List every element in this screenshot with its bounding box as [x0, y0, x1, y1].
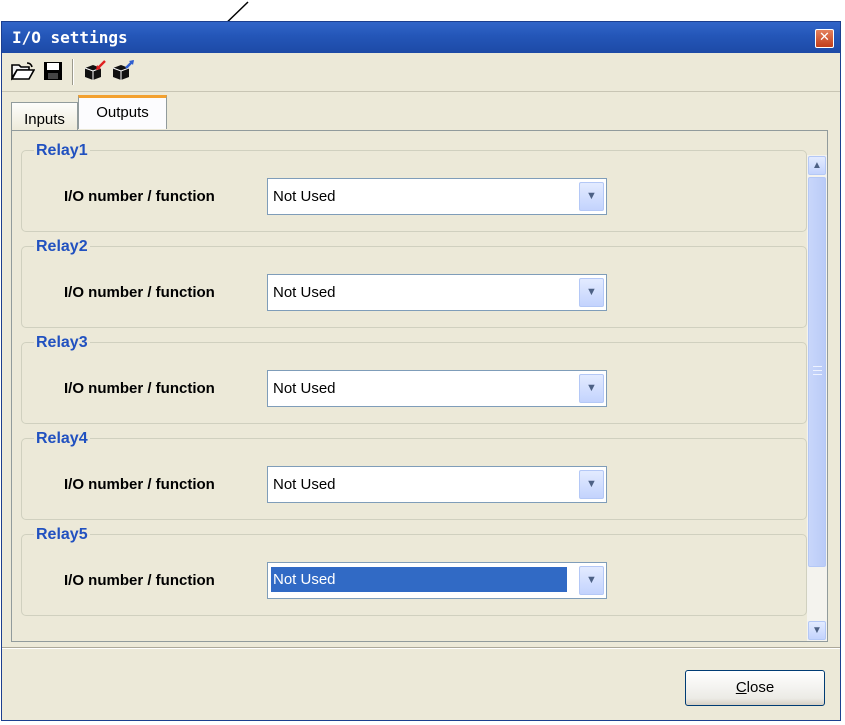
relay5-group: Relay5 I/O number / function Not Used ▼	[21, 526, 807, 616]
chevron-down-icon[interactable]: ▼	[579, 470, 604, 499]
relay3-selected-value: Not Used	[273, 380, 336, 397]
relay2-selected-value: Not Used	[273, 284, 336, 301]
outputs-panel: Relay1 I/O number / function Not Used ▼ …	[11, 130, 828, 642]
relay4-title: Relay4	[34, 430, 90, 448]
open-folder-icon[interactable]	[10, 59, 36, 83]
scrollbar-thumb[interactable]	[808, 177, 826, 567]
export-icon[interactable]	[110, 59, 136, 83]
title-bar: I/O settings ✕	[2, 22, 840, 53]
relay5-selected-value: Not Used	[271, 567, 567, 592]
relay4-group: Relay4 I/O number / function Not Used ▼	[21, 430, 807, 520]
window-close-button[interactable]: ✕	[815, 29, 834, 48]
relay5-function-select[interactable]: Not Used ▼	[267, 562, 607, 599]
chevron-down-icon[interactable]: ▼	[579, 278, 604, 307]
relay5-title: Relay5	[34, 526, 90, 544]
chevron-down-icon[interactable]: ▼	[579, 566, 604, 595]
vertical-scrollbar[interactable]: ▲ ▼	[807, 155, 827, 641]
relay1-field-label: I/O number / function	[64, 188, 215, 205]
chevron-down-icon[interactable]: ▼	[579, 374, 604, 403]
relay1-title: Relay1	[34, 142, 90, 160]
scroll-up-button[interactable]: ▲	[808, 156, 826, 175]
relay1-group: Relay1 I/O number / function Not Used ▼	[21, 142, 807, 232]
relay1-selected-value: Not Used	[273, 188, 336, 205]
close-button[interactable]: Close	[685, 670, 825, 706]
relay5-field-label: I/O number / function	[64, 572, 215, 589]
thumb-grip-icon	[813, 366, 822, 375]
relay2-title: Relay2	[34, 238, 90, 256]
import-icon[interactable]	[82, 59, 108, 83]
io-settings-dialog: I/O settings ✕ Inputs Outputs Relay1 I/O…	[1, 21, 841, 721]
scroll-down-button[interactable]: ▼	[808, 621, 826, 640]
relay3-group: Relay3 I/O number / function Not Used ▼	[21, 334, 807, 424]
window-title: I/O settings	[12, 28, 128, 47]
footer-divider	[2, 647, 840, 649]
tab-outputs[interactable]: Outputs	[78, 95, 167, 129]
relay1-function-select[interactable]: Not Used ▼	[267, 178, 607, 215]
relay3-field-label: I/O number / function	[64, 380, 215, 397]
relay2-function-select[interactable]: Not Used ▼	[267, 274, 607, 311]
relay2-field-label: I/O number / function	[64, 284, 215, 301]
relay3-function-select[interactable]: Not Used ▼	[267, 370, 607, 407]
save-icon[interactable]	[40, 59, 66, 83]
tab-inputs[interactable]: Inputs	[11, 102, 78, 132]
toolbar	[2, 53, 840, 92]
relay2-group: Relay2 I/O number / function Not Used ▼	[21, 238, 807, 328]
relay4-selected-value: Not Used	[273, 476, 336, 493]
relay4-field-label: I/O number / function	[64, 476, 215, 493]
relay4-function-select[interactable]: Not Used ▼	[267, 466, 607, 503]
close-button-label: Close	[735, 679, 775, 696]
relay3-title: Relay3	[34, 334, 90, 352]
toolbar-separator	[72, 59, 74, 85]
chevron-down-icon[interactable]: ▼	[579, 182, 604, 211]
